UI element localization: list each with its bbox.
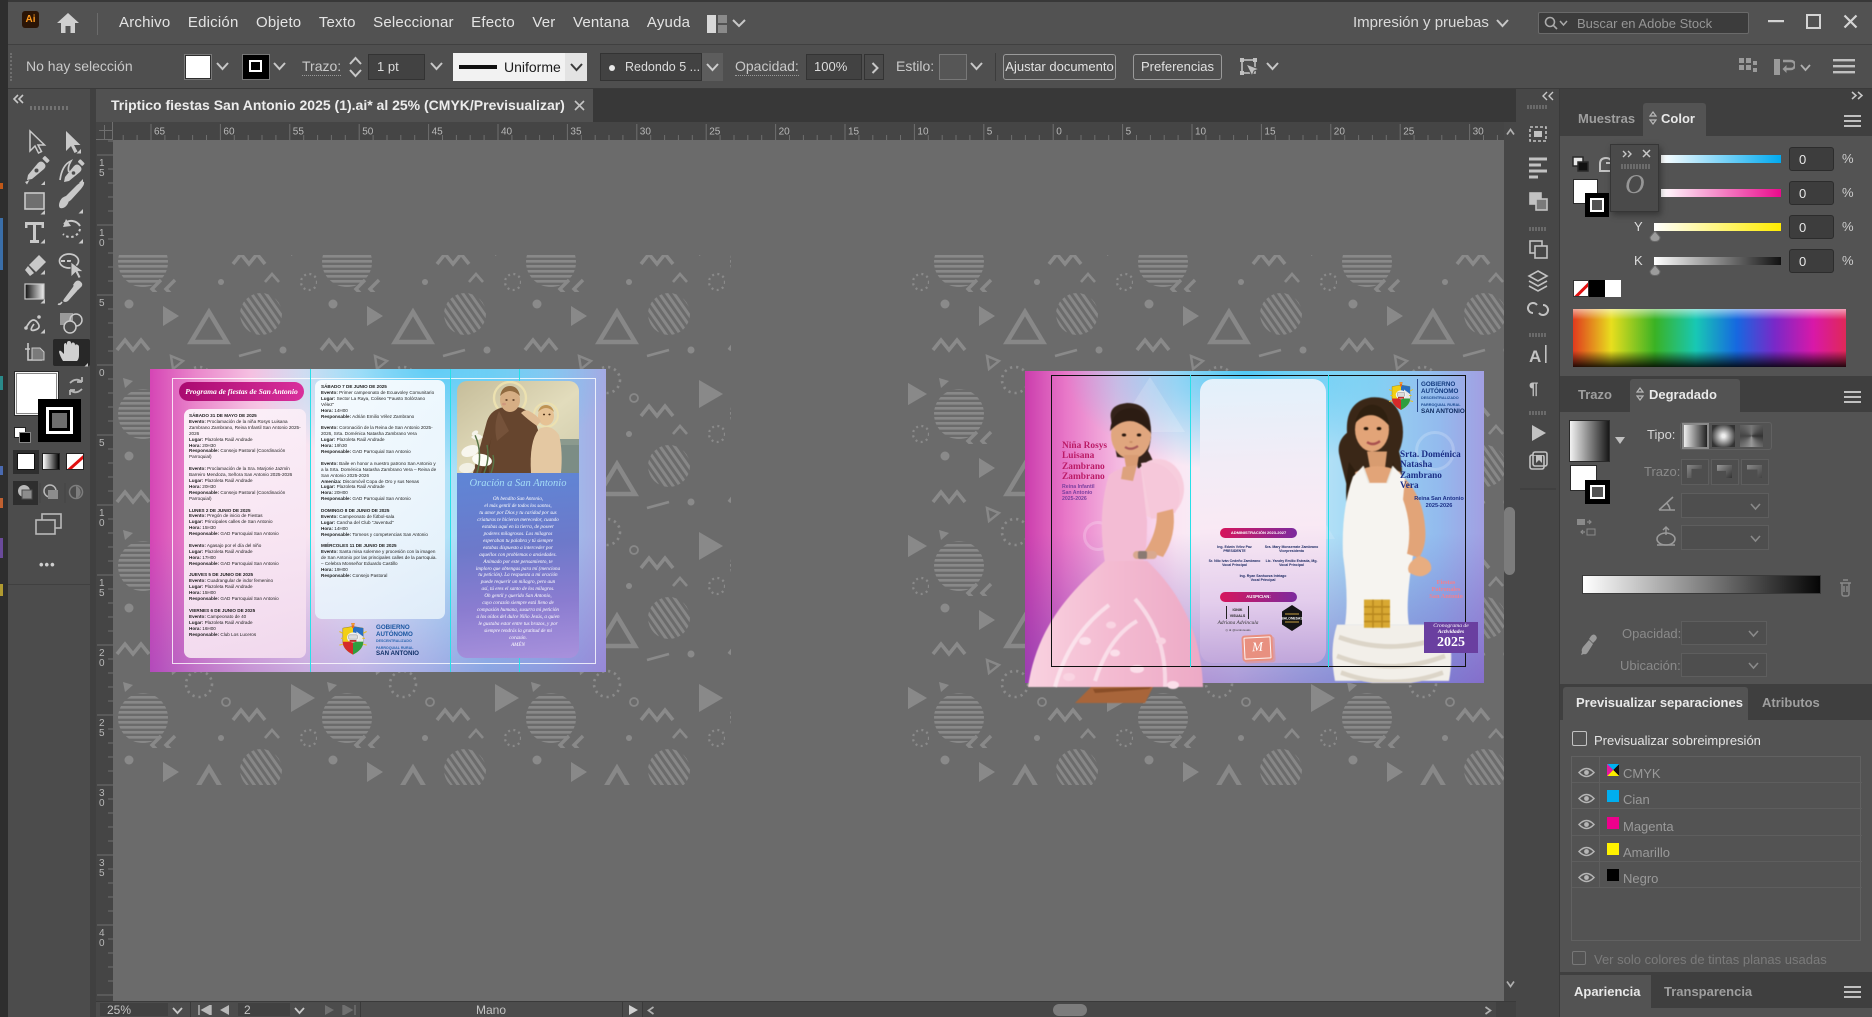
svg-text:0: 0 xyxy=(99,798,105,809)
svg-text:5: 5 xyxy=(99,868,105,879)
svg-text:0: 0 xyxy=(99,518,105,529)
svg-text:5: 5 xyxy=(99,588,105,599)
svg-text:60: 60 xyxy=(223,127,235,138)
svg-text:40: 40 xyxy=(501,127,513,138)
svg-text:65: 65 xyxy=(154,127,166,138)
svg-text:5: 5 xyxy=(99,438,105,449)
svg-text:5: 5 xyxy=(1126,127,1132,138)
svg-text:45: 45 xyxy=(432,127,444,138)
svg-text:5: 5 xyxy=(987,127,993,138)
svg-text:0: 0 xyxy=(99,368,105,379)
svg-text:15: 15 xyxy=(1264,127,1276,138)
svg-text:20: 20 xyxy=(779,127,791,138)
svg-text:30: 30 xyxy=(1473,127,1485,138)
svg-text:5: 5 xyxy=(99,728,105,739)
svg-text:0: 0 xyxy=(99,938,105,949)
svg-text:35: 35 xyxy=(570,127,582,138)
svg-text:10: 10 xyxy=(1195,127,1207,138)
svg-text:A: A xyxy=(1529,347,1541,366)
svg-text:50: 50 xyxy=(362,127,374,138)
svg-text:20: 20 xyxy=(1334,127,1346,138)
svg-text:30: 30 xyxy=(640,127,652,138)
svg-text:5: 5 xyxy=(99,168,105,179)
svg-text:¶: ¶ xyxy=(1529,379,1538,398)
svg-text:0: 0 xyxy=(99,658,105,669)
svg-text:0: 0 xyxy=(99,238,105,249)
svg-text:25: 25 xyxy=(709,127,721,138)
svg-text:10: 10 xyxy=(917,127,929,138)
svg-text:25: 25 xyxy=(1403,127,1415,138)
svg-text:5: 5 xyxy=(99,298,105,309)
svg-text:15: 15 xyxy=(848,127,860,138)
svg-text:55: 55 xyxy=(293,127,305,138)
svg-text:0: 0 xyxy=(1056,127,1062,138)
